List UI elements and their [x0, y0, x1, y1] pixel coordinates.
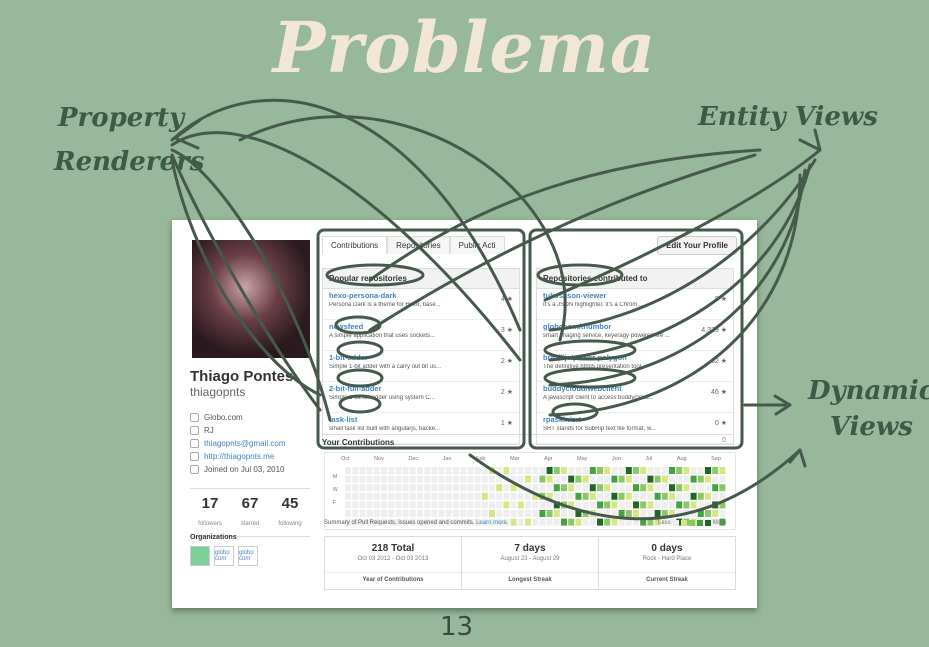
arrow-head	[788, 448, 807, 468]
arrow-curve	[468, 448, 802, 521]
highlight-ellipse	[543, 339, 637, 361]
highlight-ellipse	[338, 394, 382, 414]
arrow-curve	[548, 173, 802, 417]
arrow-curve	[548, 163, 812, 362]
highlight-box-popular	[316, 228, 526, 450]
highlight-ellipse	[536, 263, 624, 287]
page-number: 13	[440, 612, 474, 642]
arrow-curve	[170, 131, 522, 362]
highlight-ellipse	[336, 368, 384, 388]
arrow-curve	[170, 148, 332, 422]
annotation-overlay	[170, 98, 822, 521]
highlight-ellipse	[336, 340, 384, 360]
arrow-curve	[170, 153, 322, 412]
highlight-ellipse	[334, 315, 382, 335]
arrow-head	[798, 128, 822, 152]
arrow-right	[743, 394, 792, 416]
arrow-curve	[368, 148, 762, 282]
arrow-curve	[170, 158, 322, 397]
arrow-curve	[548, 158, 817, 332]
arrow-curve	[548, 168, 807, 387]
